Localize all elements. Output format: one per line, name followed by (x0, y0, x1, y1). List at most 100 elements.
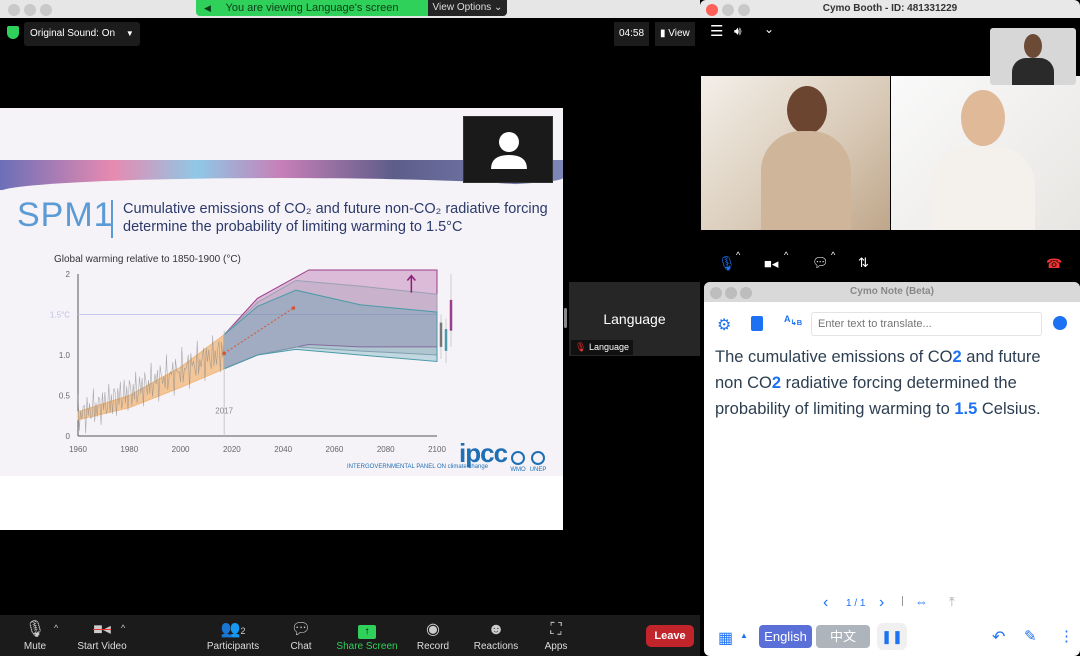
x-tick-label: 2060 (326, 445, 344, 454)
start-video-label: Start Video (77, 641, 127, 652)
video-options-chevron[interactable]: ^ (784, 250, 788, 260)
video-camera-icon[interactable]: ■◂ (764, 256, 778, 272)
chinese-language-button[interactable]: 中文 (816, 625, 870, 648)
video-feed-interpreter-2 (891, 76, 1080, 230)
translation-text: The cumulative emissions of CO2 and futu… (715, 344, 1065, 422)
x-tick-label: 2100 (428, 445, 446, 454)
scroll-top-icon[interactable]: ⤒ (949, 594, 955, 610)
person-body (761, 131, 851, 230)
shared-slide: SPM1 Cumulative emissions of CO₂ and fut… (0, 108, 563, 530)
note-title-bar: Cymo Note (Beta) (704, 282, 1080, 302)
translation-segment: Celsius. (977, 400, 1041, 418)
meeting-timer: 04:58 (614, 22, 650, 46)
booth-title: Cymo Booth - ID: 481331229 (822, 3, 958, 14)
trend-point (291, 306, 296, 310)
banner-text: You are viewing Language's screen (225, 2, 399, 14)
meeting-top-bar: Original Sound: On ▼ 04:58 ▮ View (0, 22, 700, 46)
x-tick-label: 1960 (69, 445, 87, 454)
chat-icon[interactable]: 💬︎ (812, 255, 829, 271)
video-options-chevron[interactable]: ^ (121, 623, 125, 633)
highlighted-term: 2 (771, 374, 782, 392)
undo-icon[interactable]: ↶ (992, 627, 1005, 647)
apps-button[interactable]: ⛶ Apps (542, 619, 570, 652)
person-head (1024, 34, 1042, 58)
leave-button[interactable]: Leave (646, 625, 694, 647)
previous-page-button[interactable]: ‹ (823, 594, 828, 612)
user-account-icon[interactable] (1053, 316, 1067, 330)
share-screen-button[interactable]: ↑ Share Screen (334, 619, 400, 652)
chat-label: Chat (290, 641, 312, 652)
fit-width-icon[interactable]: ⇔ (915, 594, 928, 609)
y-tick-label: 2 (66, 270, 71, 279)
highlighted-term: 1.5 (954, 400, 978, 418)
apps-icon: ⛶ (550, 621, 562, 638)
maximize-window-button[interactable] (738, 4, 750, 16)
english-language-button[interactable]: English (759, 625, 812, 648)
microphone-icon[interactable]: 🎙︎ (718, 255, 736, 272)
translate-input[interactable] (811, 312, 1042, 336)
person-body (931, 146, 1035, 230)
mute-options-chevron[interactable]: ^ (54, 623, 58, 633)
maximize-window-button[interactable] (40, 4, 52, 16)
person-body (1012, 58, 1054, 85)
shield-icon[interactable] (7, 26, 19, 39)
pause-button[interactable]: ❚❚ (877, 623, 907, 650)
speaker-icon: ◀ (204, 3, 211, 13)
x-tick-label: 1980 (120, 445, 138, 454)
slide-footer (0, 476, 563, 530)
meeting-toolbar: 🎙︎ Mute ^ ■◂ Start Video ^ 👥2 Participants … (0, 615, 700, 656)
minimize-window-button[interactable] (722, 4, 734, 16)
cymo-booth-window: Cymo Booth - ID: 481331229 ☰ 🔊︎ ⌄ 🎙︎ ^ ■… (700, 0, 1080, 280)
volume-icon[interactable]: 🔊︎ (734, 24, 742, 39)
minimize-window-button[interactable] (24, 4, 36, 16)
translate-icon[interactable]: A↳B (784, 314, 802, 327)
original-sound-button[interactable]: Original Sound: On ▼ (24, 22, 140, 46)
menu-icon[interactable]: ☰ (710, 22, 723, 40)
unep-logo-label: UNEP (529, 467, 547, 473)
glossary-book-icon[interactable] (751, 316, 763, 331)
cymo-note-window: Cymo Note (Beta) ⚙ A↳B The cumulative em… (704, 282, 1080, 656)
next-page-button[interactable]: › (879, 594, 884, 612)
mic-options-chevron[interactable]: ^ (736, 250, 740, 260)
view-options-button[interactable]: View Options ⌄ (428, 0, 507, 16)
person-head (961, 90, 1005, 146)
maximize-window-button[interactable] (740, 287, 752, 299)
participant-tile-language[interactable]: Language 🎙︎ Language (569, 282, 700, 356)
handover-icon[interactable]: ⇅ (858, 255, 869, 271)
chat-button[interactable]: 💬︎ Chat (286, 619, 316, 652)
settings-gear-icon[interactable]: ⚙ (717, 315, 731, 335)
participant-name: Language (603, 311, 666, 327)
participants-button[interactable]: 👥2 Participants (203, 619, 263, 652)
share-screen-label: Share Screen (336, 641, 398, 652)
close-window-button[interactable] (8, 4, 20, 16)
mute-button[interactable]: 🎙︎ Mute (20, 619, 50, 652)
more-options-icon[interactable]: ⋮ (1059, 627, 1074, 645)
view-button[interactable]: ▮ View (655, 22, 695, 46)
edit-pencil-icon[interactable]: ✎ (1024, 627, 1037, 645)
layout-grid-icon[interactable]: ▦ (718, 628, 733, 648)
microphone-icon: 🎙︎ (24, 621, 46, 638)
self-view-video[interactable] (990, 28, 1076, 85)
close-window-button[interactable] (710, 287, 722, 299)
reactions-label: Reactions (473, 641, 519, 652)
participants-icon: 👥2 (220, 621, 246, 638)
chevron-down-icon: ▼ (125, 29, 134, 38)
minimize-window-button[interactable] (725, 287, 737, 299)
divider (902, 596, 903, 606)
chevron-down-icon[interactable]: ⌄ (764, 22, 774, 36)
trend-point (222, 351, 226, 356)
layout-options-chevron[interactable]: ▲ (740, 631, 748, 640)
close-window-button[interactable] (706, 4, 718, 16)
share-screen-icon: ↑ (334, 619, 400, 641)
zoom-window: ◀ You are viewing Language's screen View… (0, 0, 700, 656)
chat-options-chevron[interactable]: ^ (831, 250, 835, 260)
participants-count: 2 (240, 626, 246, 636)
unep-logo (531, 451, 545, 465)
reactions-button[interactable]: ☻ Reactions (472, 619, 520, 652)
x-tick-label: 2080 (377, 445, 395, 454)
record-button[interactable]: ◉ Record (414, 619, 452, 652)
resize-handle[interactable] (564, 308, 567, 328)
y-tick-label: 1.5°C (50, 311, 70, 320)
x-tick-label: 2040 (274, 445, 292, 454)
hang-up-icon[interactable]: ☎︎ (1046, 256, 1062, 272)
